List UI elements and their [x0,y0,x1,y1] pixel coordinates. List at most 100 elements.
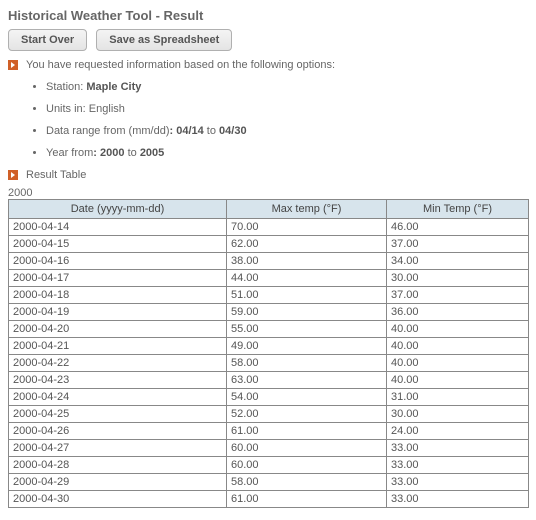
col-min: Min Temp (°F) [387,200,529,219]
cell-date: 2000-04-26 [9,423,227,440]
arrow-right-icon [8,60,18,70]
cell-date: 2000-04-29 [9,474,227,491]
cell-max: 59.00 [227,304,387,321]
table-row: 2000-04-3061.0033.00 [9,491,529,508]
option-units-value: English [89,103,125,115]
cell-date: 2000-04-17 [9,270,227,287]
cell-max: 44.00 [227,270,387,287]
cell-max: 38.00 [227,253,387,270]
option-range-from: 04/14 [176,125,204,137]
cell-max: 51.00 [227,287,387,304]
cell-date: 2000-04-25 [9,406,227,423]
table-row: 2000-04-2552.0030.00 [9,406,529,423]
table-year-heading: 2000 [8,187,528,199]
cell-max: 58.00 [227,355,387,372]
toolbar: Start Over Save as Spreadsheet [8,29,528,51]
table-row: 2000-04-1959.0036.00 [9,304,529,321]
cell-date: 2000-04-22 [9,355,227,372]
cell-max: 55.00 [227,321,387,338]
cell-date: 2000-04-24 [9,389,227,406]
cell-min: 46.00 [387,219,529,236]
result-table-heading: Result Table [8,169,528,181]
cell-min: 33.00 [387,457,529,474]
cell-max: 52.00 [227,406,387,423]
cell-min: 33.00 [387,440,529,457]
cell-date: 2000-04-23 [9,372,227,389]
table-row: 2000-04-2055.0040.00 [9,321,529,338]
request-summary-text: You have requested information based on … [26,59,335,71]
option-units-label: Units in: [46,103,89,115]
table-row: 2000-04-2454.0031.00 [9,389,529,406]
cell-min: 30.00 [387,406,529,423]
cell-max: 58.00 [227,474,387,491]
cell-min: 34.00 [387,253,529,270]
cell-max: 62.00 [227,236,387,253]
table-row: 2000-04-2760.0033.00 [9,440,529,457]
range-sep-to: to [204,125,219,137]
option-year-label: Year from [46,147,93,159]
cell-date: 2000-04-19 [9,304,227,321]
table-header-row: Date (yyyy-mm-dd) Max temp (°F) Min Temp… [9,200,529,219]
cell-date: 2000-04-21 [9,338,227,355]
result-table-label: Result Table [26,169,86,181]
cell-date: 2000-04-28 [9,457,227,474]
cell-max: 60.00 [227,440,387,457]
table-row: 2000-04-2661.0024.00 [9,423,529,440]
cell-date: 2000-04-27 [9,440,227,457]
cell-min: 24.00 [387,423,529,440]
start-over-button[interactable]: Start Over [8,29,87,51]
cell-min: 36.00 [387,304,529,321]
cell-date: 2000-04-16 [9,253,227,270]
table-row: 2000-04-1744.0030.00 [9,270,529,287]
cell-min: 40.00 [387,321,529,338]
option-units: Units in: English [46,103,528,115]
cell-min: 37.00 [387,287,529,304]
option-data-range: Data range from (mm/dd): 04/14 to 04/30 [46,125,528,137]
option-year-from: 2000 [100,147,124,159]
table-row: 2000-04-1562.0037.00 [9,236,529,253]
cell-max: 60.00 [227,457,387,474]
cell-min: 30.00 [387,270,529,287]
table-row: 2000-04-2363.0040.00 [9,372,529,389]
table-row: 2000-04-1638.0034.00 [9,253,529,270]
cell-max: 61.00 [227,423,387,440]
cell-min: 40.00 [387,372,529,389]
cell-date: 2000-04-30 [9,491,227,508]
request-summary-line: You have requested information based on … [8,59,528,71]
cell-min: 40.00 [387,338,529,355]
page-title: Historical Weather Tool - Result [8,8,528,23]
option-station: Station: Maple City [46,81,528,93]
cell-min: 37.00 [387,236,529,253]
table-row: 2000-04-1851.0037.00 [9,287,529,304]
table-row: 2000-04-2958.0033.00 [9,474,529,491]
cell-date: 2000-04-14 [9,219,227,236]
cell-min: 31.00 [387,389,529,406]
col-max: Max temp (°F) [227,200,387,219]
option-station-value: Maple City [86,81,141,93]
request-options-list: Station: Maple City Units in: English Da… [46,81,528,159]
option-year-to: 2005 [140,147,164,159]
option-station-label: Station: [46,81,86,93]
cell-date: 2000-04-20 [9,321,227,338]
table-row: 2000-04-2860.0033.00 [9,457,529,474]
option-range-label: Data range from (mm/dd) [46,125,169,137]
cell-max: 54.00 [227,389,387,406]
cell-min: 40.00 [387,355,529,372]
option-range-to: 04/30 [219,125,247,137]
save-spreadsheet-button[interactable]: Save as Spreadsheet [96,29,232,51]
cell-max: 70.00 [227,219,387,236]
year-sep-to: to [125,147,140,159]
table-row: 2000-04-2258.0040.00 [9,355,529,372]
arrow-right-icon [8,170,18,180]
cell-max: 63.00 [227,372,387,389]
cell-date: 2000-04-15 [9,236,227,253]
option-year-range: Year from: 2000 to 2005 [46,147,528,159]
result-table: Date (yyyy-mm-dd) Max temp (°F) Min Temp… [8,199,529,508]
table-row: 2000-04-1470.0046.00 [9,219,529,236]
cell-max: 61.00 [227,491,387,508]
table-row: 2000-04-2149.0040.00 [9,338,529,355]
col-date: Date (yyyy-mm-dd) [9,200,227,219]
cell-date: 2000-04-18 [9,287,227,304]
cell-min: 33.00 [387,474,529,491]
cell-min: 33.00 [387,491,529,508]
